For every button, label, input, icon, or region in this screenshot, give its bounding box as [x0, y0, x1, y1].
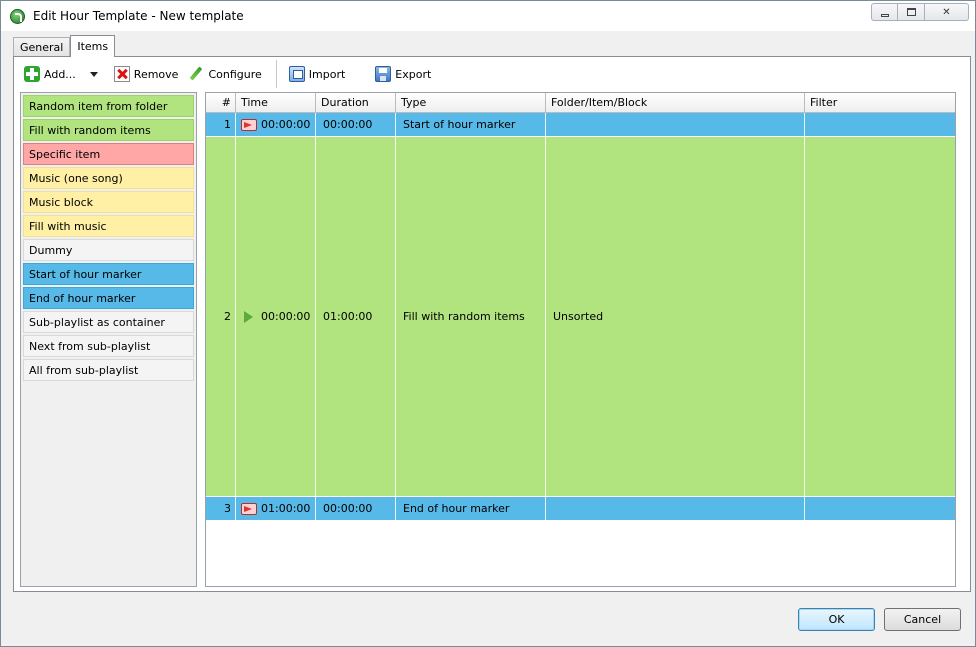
- cancel-button[interactable]: Cancel: [884, 608, 961, 631]
- table-row[interactable]: 3 01:00:00 00:00:00 End of hour marker: [206, 497, 955, 521]
- import-button[interactable]: Import: [285, 63, 350, 85]
- toolbar: Add... Remove Configure Import Export: [20, 60, 437, 88]
- toolbar-separator: [275, 60, 277, 88]
- duration-cell: 00:00:00: [316, 497, 396, 520]
- time-value: 00:00:00: [261, 118, 311, 131]
- close-button[interactable]: ✕: [925, 3, 969, 21]
- list-item[interactable]: Dummy: [23, 239, 194, 261]
- minimize-button[interactable]: [871, 3, 898, 21]
- remove-button[interactable]: Remove: [110, 63, 183, 85]
- column-header-number[interactable]: #: [206, 93, 236, 112]
- row-number: 3: [206, 497, 236, 520]
- pencil-icon: [188, 66, 204, 82]
- filter-cell: [805, 137, 955, 496]
- plus-icon: [24, 66, 40, 82]
- type-cell: End of hour marker: [396, 497, 546, 520]
- play-icon: [241, 310, 257, 323]
- template-items-grid: # Time Duration Type Folder/Item/Block F…: [205, 92, 956, 587]
- list-item[interactable]: Specific item: [23, 143, 194, 165]
- tab-items[interactable]: Items: [70, 35, 116, 57]
- maximize-button[interactable]: [898, 3, 925, 21]
- type-cell: Start of hour marker: [396, 113, 546, 136]
- filter-cell: [805, 497, 955, 520]
- column-header-filter[interactable]: Filter: [805, 93, 955, 112]
- table-row[interactable]: 1 00:00:00 00:00:00 Start of hour marker: [206, 113, 955, 137]
- chevron-down-icon[interactable]: [89, 71, 98, 77]
- configure-button[interactable]: Configure: [184, 63, 265, 85]
- window-controls: ✕: [871, 3, 969, 21]
- configure-label: Configure: [208, 67, 262, 81]
- time-value: 00:00:00: [261, 310, 311, 323]
- row-number: 1: [206, 113, 236, 136]
- time-cell: 00:00:00: [236, 137, 316, 496]
- duration-cell: 00:00:00: [316, 113, 396, 136]
- close-icon: ✕: [942, 6, 951, 18]
- column-header-time[interactable]: Time: [236, 93, 316, 112]
- folder-cell: Unsorted: [546, 137, 805, 496]
- list-item[interactable]: Next from sub-playlist: [23, 335, 194, 357]
- items-tab-panel: Add... Remove Configure Import Export Ra…: [13, 56, 971, 592]
- list-item[interactable]: Sub-playlist as container: [23, 311, 194, 333]
- maximize-icon: [906, 8, 916, 16]
- save-icon: [375, 66, 392, 82]
- filter-cell: [805, 113, 955, 136]
- remove-icon: [113, 66, 130, 82]
- list-item[interactable]: End of hour marker: [23, 287, 194, 309]
- folder-cell: [546, 497, 805, 520]
- duration-cell: 01:00:00: [316, 137, 396, 496]
- marker-icon: [241, 502, 257, 515]
- remove-label: Remove: [133, 67, 179, 81]
- add-button[interactable]: Add...: [20, 63, 108, 85]
- minimize-icon: [880, 13, 889, 17]
- folder-cell: [546, 113, 805, 136]
- export-label: Export: [395, 67, 432, 81]
- column-header-type[interactable]: Type: [396, 93, 546, 112]
- tab-general[interactable]: General: [13, 37, 71, 57]
- ok-button[interactable]: OK: [798, 608, 875, 631]
- list-item[interactable]: Fill with music: [23, 215, 194, 237]
- app-logo-icon: [10, 8, 25, 24]
- import-label: Import: [308, 67, 346, 81]
- column-header-duration[interactable]: Duration: [316, 93, 396, 112]
- import-icon: [288, 66, 305, 82]
- time-cell: 01:00:00: [236, 497, 316, 520]
- list-item[interactable]: Random item from folder: [23, 95, 194, 117]
- time-value: 01:00:00: [261, 502, 311, 515]
- list-item[interactable]: All from sub-playlist: [23, 359, 194, 381]
- grid-header: # Time Duration Type Folder/Item/Block F…: [206, 93, 955, 113]
- edit-hour-template-window: Edit Hour Template - New template ✕ Gene…: [0, 0, 976, 647]
- type-cell: Fill with random items: [396, 137, 546, 496]
- table-row[interactable]: 2 00:00:00 01:00:00 Fill with random ite…: [206, 137, 955, 497]
- time-cell: 00:00:00: [236, 113, 316, 136]
- item-type-list: Random item from folder Fill with random…: [20, 92, 197, 587]
- column-header-folder[interactable]: Folder/Item/Block: [546, 93, 805, 112]
- window-title: Edit Hour Template - New template: [33, 9, 244, 23]
- export-button[interactable]: Export: [371, 63, 435, 85]
- list-item[interactable]: Fill with random items: [23, 119, 194, 141]
- title-bar: Edit Hour Template - New template ✕: [1, 1, 975, 31]
- list-item[interactable]: Start of hour marker: [23, 263, 194, 285]
- list-item[interactable]: Music (one song): [23, 167, 194, 189]
- add-label: Add...: [44, 67, 76, 81]
- marker-icon: [241, 118, 257, 131]
- list-item[interactable]: Music block: [23, 191, 194, 213]
- row-number: 2: [206, 137, 236, 496]
- tab-strip: General Items: [13, 35, 116, 57]
